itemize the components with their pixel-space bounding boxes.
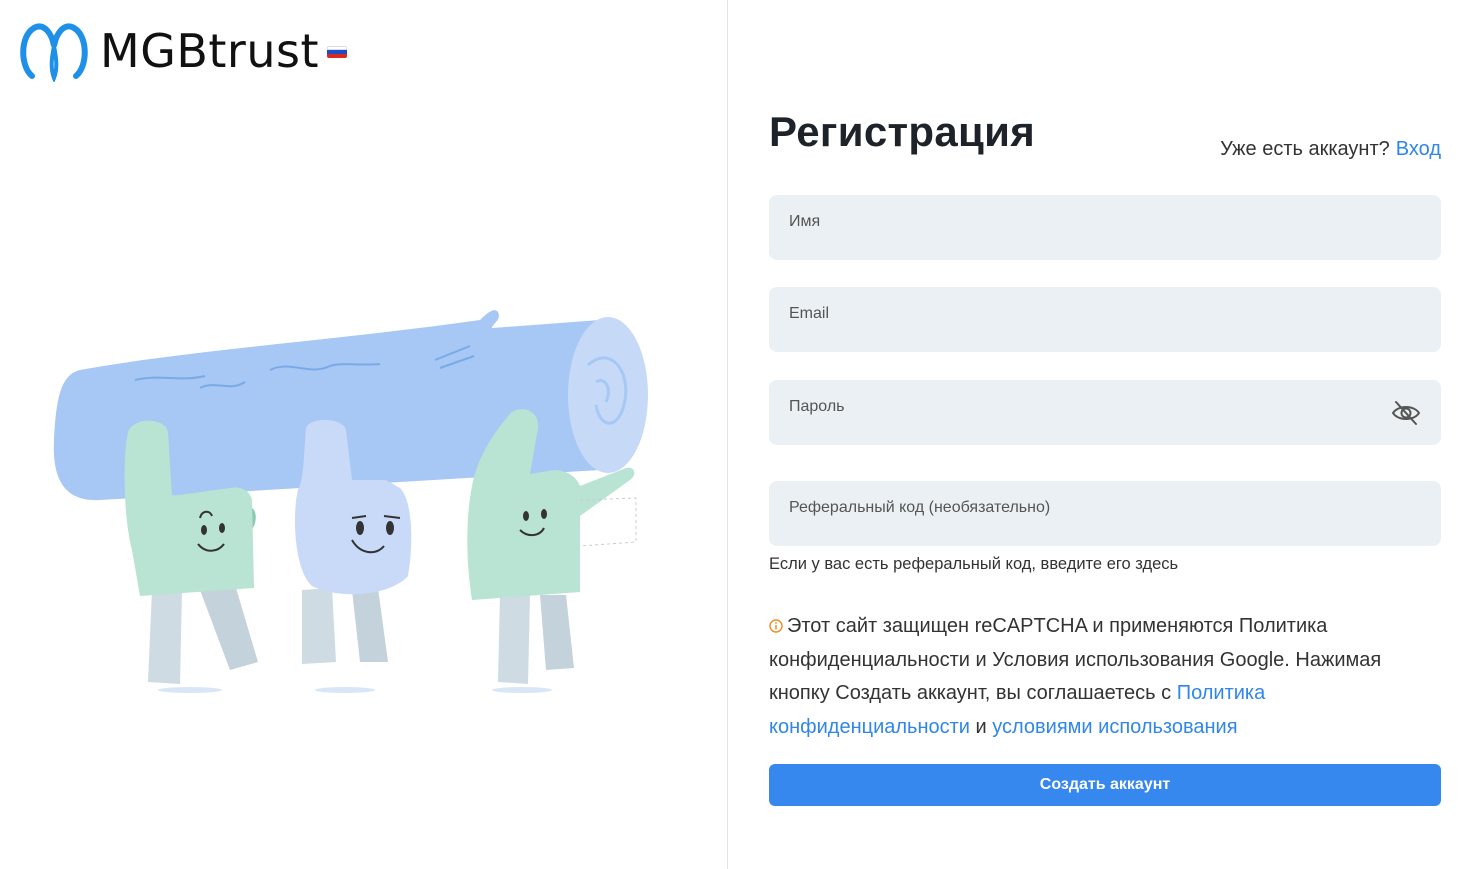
password-input[interactable] xyxy=(769,380,1441,445)
email-field[interactable] xyxy=(769,287,1441,352)
brand-logo[interactable]: MGBtrust xyxy=(18,20,347,82)
russia-flag-icon xyxy=(327,46,347,58)
left-panel: MGBtrust xyxy=(0,0,728,869)
email-input[interactable] xyxy=(769,287,1441,352)
recaptcha-notice: Этот сайт защищен reCAPTCHA и применяютс… xyxy=(769,610,1441,744)
login-prompt-row: Уже есть аккаунт? Вход xyxy=(1220,138,1441,161)
terms-of-use-link[interactable]: условиями использования xyxy=(992,716,1237,738)
referral-hint: Если у вас есть реферальный код, введите… xyxy=(769,555,1179,573)
mgb-logo-icon xyxy=(20,23,88,82)
notice-text: Этот сайт защищен reCAPTCHA и применяютс… xyxy=(769,615,1382,704)
login-link[interactable]: Вход xyxy=(1396,138,1441,160)
referral-field[interactable] xyxy=(769,481,1441,546)
page-title: Регистрация xyxy=(769,108,1036,155)
notice-and-text: и xyxy=(969,715,993,738)
name-field[interactable] xyxy=(769,195,1441,260)
registration-page: MGBtrust Регистрация Уже есть аккаунт? В… xyxy=(0,0,1472,869)
three-characters-carrying-log-illustration xyxy=(53,310,648,693)
create-account-button[interactable]: Создать аккаунт xyxy=(769,764,1441,806)
info-circle-icon xyxy=(769,619,783,633)
login-prompt-text: Уже есть аккаунт? xyxy=(1220,138,1390,160)
brand-name: MGBtrust xyxy=(100,24,319,78)
referral-input[interactable] xyxy=(769,481,1441,546)
password-field[interactable] xyxy=(769,380,1441,445)
name-input[interactable] xyxy=(769,195,1441,260)
eye-off-icon[interactable] xyxy=(1391,398,1421,428)
